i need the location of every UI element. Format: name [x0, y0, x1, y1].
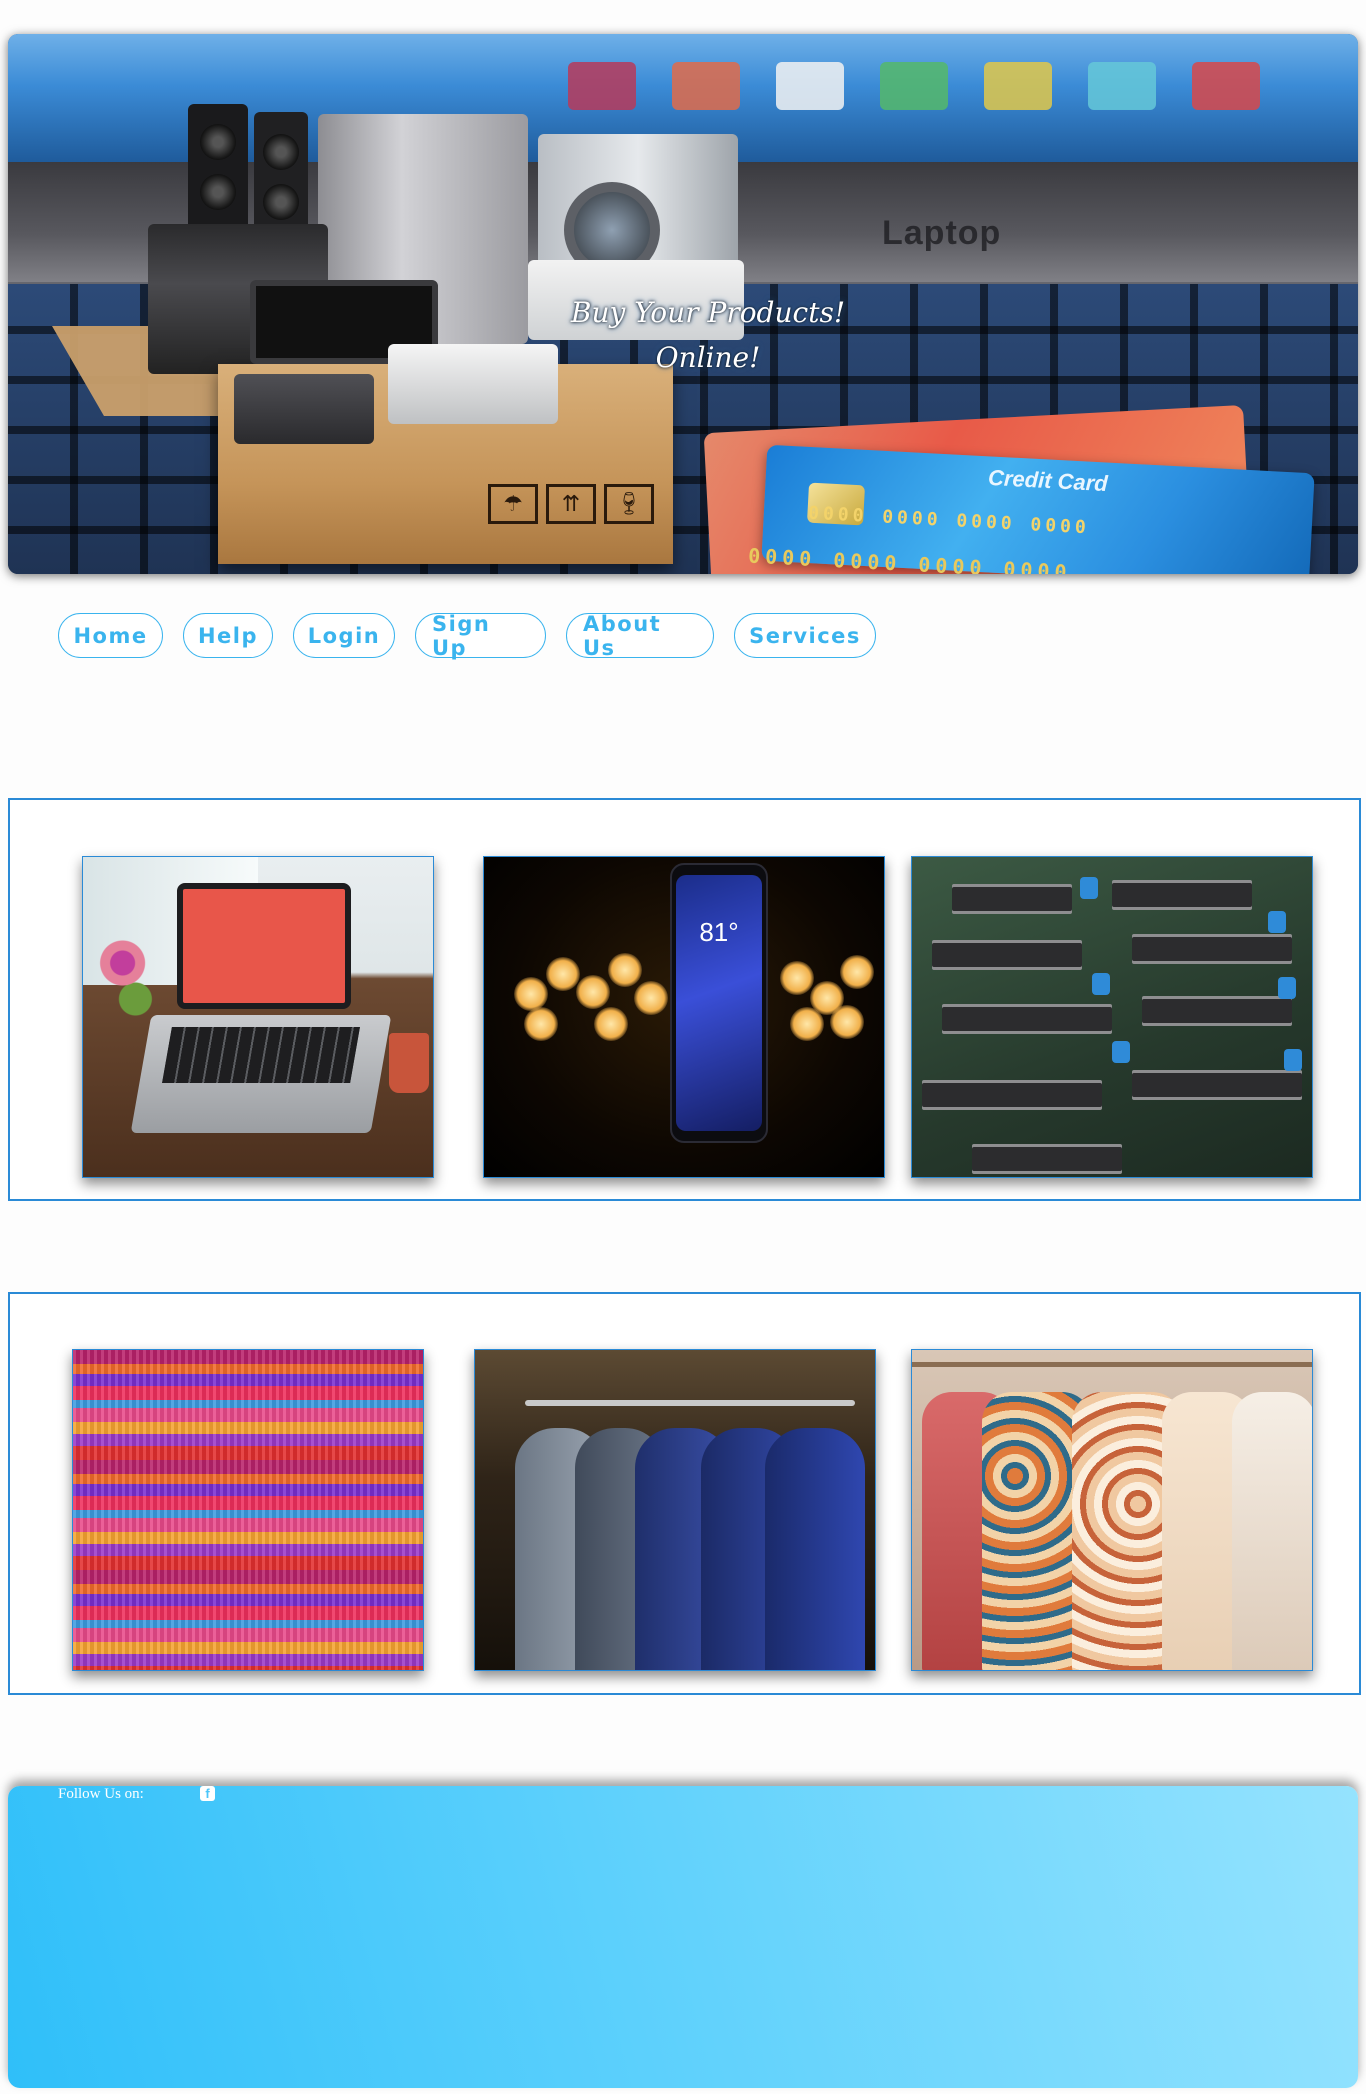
speaker-cone: [200, 124, 236, 160]
nav-about-button[interactable]: About Us: [566, 612, 714, 660]
printer-icon: [388, 344, 558, 424]
tagline-line-1: Buy Your Products!: [570, 296, 846, 329]
nav-help-button[interactable]: Help: [183, 613, 273, 658]
nav-home-button[interactable]: Home: [58, 613, 163, 658]
ic-chip: [922, 1083, 1102, 1107]
hero-banner: Laptop Credit Card 0000 0000 0000 0000 0…: [8, 34, 1358, 574]
ic-chip: [1132, 937, 1292, 961]
nav-login-button[interactable]: Login: [293, 613, 395, 658]
dress: [1232, 1392, 1312, 1670]
ic-chip: [942, 1007, 1112, 1031]
ic-chip: [1112, 883, 1252, 907]
ic-chip: [932, 943, 1082, 967]
laptop-display: [177, 883, 351, 1009]
clothing-rail: [912, 1362, 1312, 1367]
fashion-gallery: [8, 1292, 1361, 1695]
app-tile: [1192, 62, 1260, 110]
phone-display: [676, 875, 762, 1131]
this-side-up-icon: ⇈: [546, 484, 596, 524]
app-tile: [568, 62, 636, 110]
coffee-cup: [389, 1033, 429, 1093]
speaker-cone: [263, 184, 299, 220]
bokeh-light: [608, 953, 642, 987]
app-tile: [880, 62, 948, 110]
app-tile: [776, 62, 844, 110]
microwave-icon: [234, 374, 374, 444]
ic-chip: [952, 887, 1072, 911]
ic-chip: [1142, 999, 1292, 1023]
fabric-photo[interactable]: [72, 1349, 424, 1671]
follow-us-label: Follow Us on:: [58, 1786, 144, 1802]
bokeh-light: [840, 955, 874, 989]
speaker-cone: [263, 134, 299, 170]
hero-tagline: Buy Your Products! Online!: [548, 290, 868, 380]
capacitor: [1284, 1049, 1302, 1071]
ic-chip: [972, 1147, 1122, 1171]
bokeh-light: [790, 1007, 824, 1041]
fabric-texture: [73, 1350, 423, 1670]
app-tile: [1088, 62, 1156, 110]
speaker-cone: [200, 174, 236, 210]
bokeh-light: [830, 1005, 864, 1039]
site-footer: Follow Us on: f: [8, 1786, 1358, 2088]
umbrella-icon: ☂: [488, 484, 538, 524]
capacitor: [1092, 973, 1110, 995]
suits-photo[interactable]: [474, 1349, 876, 1671]
app-tile: [672, 62, 740, 110]
laptop-photo[interactable]: [82, 856, 434, 1178]
laptop-brand: Laptop: [882, 214, 1002, 252]
screen-app-icons: [568, 62, 1260, 110]
nav-services-button[interactable]: Services: [734, 613, 876, 658]
phone-clock: 81°: [699, 917, 739, 947]
bokeh-light: [780, 961, 814, 995]
ic-chip: [1132, 1073, 1302, 1097]
circuit-board-photo[interactable]: [911, 856, 1313, 1178]
capacitor: [1278, 977, 1296, 999]
facebook-icon[interactable]: f: [200, 1786, 215, 1801]
fragile-glass-icon: 🍷︎: [604, 484, 654, 524]
tagline-line-2: Online!: [655, 341, 761, 374]
bokeh-light: [514, 977, 548, 1011]
laptop-keys: [162, 1027, 360, 1083]
nav-signup-button[interactable]: Sign Up: [415, 612, 546, 660]
smartphone-photo[interactable]: 81°: [483, 856, 885, 1178]
clothing-rail: [525, 1400, 855, 1406]
main-nav: Home Help Login Sign Up About Us Service…: [58, 612, 876, 660]
box-handling-symbols: ☂ ⇈ 🍷︎: [488, 484, 654, 524]
bokeh-light: [546, 957, 580, 991]
bokeh-light: [594, 1007, 628, 1041]
bokeh-light: [524, 1007, 558, 1041]
dresses-photo[interactable]: [911, 1349, 1313, 1671]
jacket: [765, 1428, 865, 1670]
app-tile: [984, 62, 1052, 110]
capacitor: [1112, 1041, 1130, 1063]
electronics-gallery: 81°: [8, 798, 1361, 1201]
bokeh-light: [634, 981, 668, 1015]
capacitor: [1080, 877, 1098, 899]
bokeh-light: [576, 975, 610, 1009]
capacitor: [1268, 911, 1286, 933]
